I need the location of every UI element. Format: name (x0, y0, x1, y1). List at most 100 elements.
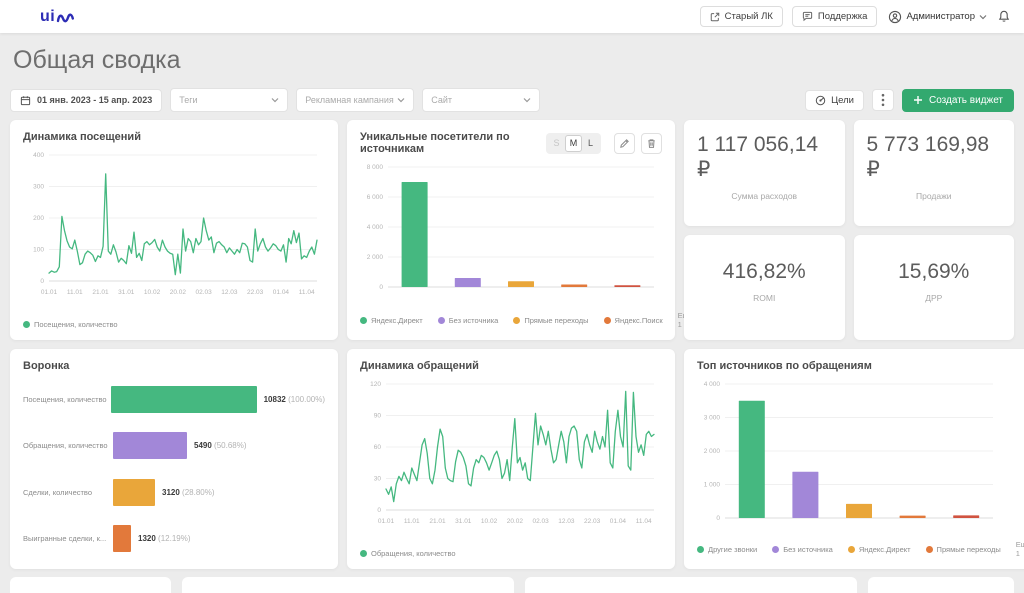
funnel-row-value: 10832 (100.00%) (264, 395, 325, 404)
funnel-row-label: Посещения, количество (23, 395, 111, 404)
site-select-placeholder: Сайт (431, 95, 452, 105)
kpi-label: Сумма расходов (731, 191, 797, 201)
date-range-picker[interactable]: 01 янв. 2023 - 15 апр. 2023 (10, 89, 162, 112)
chevron-down-icon (979, 14, 987, 20)
legend-item[interactable]: Яндекс.Поиск (604, 316, 663, 325)
svg-text:12.03: 12.03 (221, 289, 238, 296)
legend-label: Посещения, количество (34, 320, 118, 329)
funnel-row-value: 1320 (12.19%) (138, 534, 191, 543)
legend-label: Прямые переходы (937, 545, 1001, 554)
svg-text:11.01: 11.01 (67, 289, 83, 296)
support-button[interactable]: Поддержка (792, 6, 878, 27)
kpi-label: ДРР (925, 293, 942, 303)
top-bar: ui Старый ЛК Поддержка Администратор (0, 0, 1024, 33)
site-select[interactable]: Сайт (422, 88, 540, 112)
kpi-label: Продажи (916, 191, 952, 201)
legend-item[interactable]: Яндекс.Директ (848, 545, 911, 554)
funnel-bar[interactable] (111, 386, 257, 413)
legend-label: Яндекс.Директ (859, 545, 911, 554)
svg-text:4 000: 4 000 (367, 224, 384, 231)
svg-text:8 000: 8 000 (367, 164, 384, 171)
tags-select-placeholder: Теги (179, 95, 197, 105)
visits-line-chart: 010020030040001.0111.0121.0131.0110.0220… (23, 147, 325, 304)
create-widget-button[interactable]: Создать виджет (902, 89, 1014, 112)
uis-logo[interactable]: ui (40, 8, 76, 26)
svg-text:120: 120 (370, 381, 381, 388)
kpi-label: ROMI (753, 293, 775, 303)
legend-item[interactable]: Обращения, количество (360, 549, 456, 558)
unique-visitors-bar-chart: 02 0004 0006 0008 000 (360, 159, 662, 302)
legend-item[interactable]: Без источника (438, 316, 499, 325)
widget-partial (525, 577, 857, 593)
widget-partial (10, 577, 171, 593)
kpi-value: 5 773 169,98 ₽ (867, 133, 1002, 182)
svg-text:1 000: 1 000 (704, 482, 721, 489)
funnel-row-value: 5490 (50.68%) (194, 441, 247, 450)
legend-dot-icon (848, 546, 855, 553)
svg-text:0: 0 (716, 515, 720, 522)
legend-more-link[interactable]: Ещё 1 (1016, 540, 1024, 558)
funnel-bar[interactable] (113, 525, 131, 552)
kpi-card-romi: 416,82% ROMI (684, 235, 845, 341)
legend-label: Без источника (783, 545, 833, 554)
legend-dot-icon (926, 546, 933, 553)
kpi-card-drr: 15,69% ДРР (854, 235, 1015, 341)
legend-dot-icon (604, 317, 611, 324)
svg-text:10.02: 10.02 (144, 289, 161, 296)
size-s-button[interactable]: S (548, 135, 565, 152)
goals-button[interactable]: Цели (805, 90, 864, 111)
legend-label: Без источника (449, 316, 499, 325)
svg-text:02.03: 02.03 (195, 289, 212, 296)
svg-text:0: 0 (40, 278, 44, 285)
tags-select[interactable]: Теги (170, 88, 288, 112)
old-lk-button[interactable]: Старый ЛК (700, 6, 783, 27)
delete-widget-button[interactable] (641, 133, 662, 154)
legend-item[interactable]: Другие звонки (697, 545, 757, 554)
chart-legend: Посещения, количество (23, 320, 325, 329)
svg-text:11.04: 11.04 (299, 289, 315, 296)
svg-text:0: 0 (379, 284, 383, 291)
target-icon (815, 95, 826, 106)
legend-item[interactable]: Прямые переходы (926, 545, 1001, 554)
funnel-bar[interactable] (113, 479, 155, 506)
funnel-bar[interactable] (113, 432, 187, 459)
legend-item[interactable]: Без источника (772, 545, 833, 554)
user-menu[interactable]: Администратор (886, 8, 989, 26)
campaign-select-placeholder: Рекламная кампания (305, 95, 394, 105)
filter-bar: 01 янв. 2023 - 15 апр. 2023 Теги Рекламн… (10, 88, 1014, 112)
svg-text:0: 0 (377, 507, 381, 514)
legend-label: Обращения, количество (371, 549, 456, 558)
more-options-button[interactable] (872, 89, 894, 111)
funnel-chart: Посещения, количество10832 (100.00%)Обра… (23, 372, 325, 558)
top-sources-bar-chart: 01 0002 0003 0004 000 (697, 376, 1024, 533)
page-title: Общая сводка (13, 46, 1014, 75)
legend-item[interactable]: Яндекс.Директ (360, 316, 423, 325)
bell-icon[interactable] (998, 10, 1010, 23)
widget-title: Воронка (23, 360, 325, 372)
edit-widget-button[interactable] (614, 133, 635, 154)
legend-dot-icon (438, 317, 445, 324)
funnel-row-label: Сделки, количество (23, 488, 113, 497)
size-m-button[interactable]: M (565, 135, 582, 152)
svg-text:21.01: 21.01 (92, 289, 109, 296)
legend-label: Яндекс.Поиск (615, 316, 663, 325)
funnel-row: Выигранные сделки, к...1320 (12.19%) (23, 525, 325, 552)
chart-legend: Обращения, количество (360, 549, 662, 558)
legend-item[interactable]: Посещения, количество (23, 320, 118, 329)
widget-size-toggle: S M L (546, 133, 601, 154)
svg-text:2 000: 2 000 (704, 448, 721, 455)
svg-text:12.03: 12.03 (558, 518, 575, 525)
widget-requests-dynamics: Динамика обращений 030609012001.0111.012… (347, 349, 675, 569)
support-label: Поддержка (818, 11, 868, 22)
widget-unique-visitors: Уникальные посетители по источникам S M … (347, 120, 675, 340)
trash-icon (646, 138, 657, 149)
kpi-card-expenses: 1 117 056,14 ₽ Сумма расходов (684, 120, 845, 226)
old-lk-label: Старый ЛК (725, 11, 773, 22)
campaign-select[interactable]: Рекламная кампания (296, 88, 414, 112)
svg-text:31.01: 31.01 (455, 518, 472, 525)
legend-item[interactable]: Прямые переходы (513, 316, 588, 325)
requests-line-chart: 030609012001.0111.0121.0131.0110.0220.02… (360, 376, 662, 533)
svg-text:90: 90 (374, 413, 382, 420)
widget-partial (868, 577, 1014, 593)
size-l-button[interactable]: L (582, 135, 599, 152)
